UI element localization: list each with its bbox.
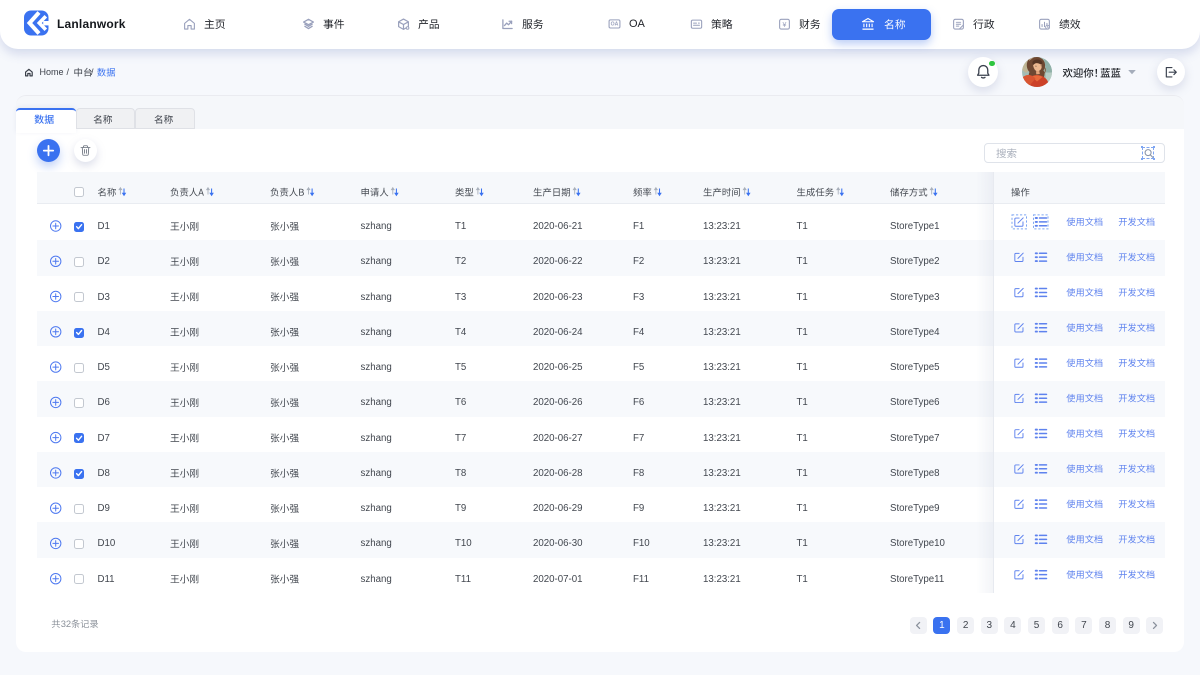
svg-text:OA: OA — [611, 22, 619, 28]
svg-text:¥: ¥ — [783, 22, 787, 29]
